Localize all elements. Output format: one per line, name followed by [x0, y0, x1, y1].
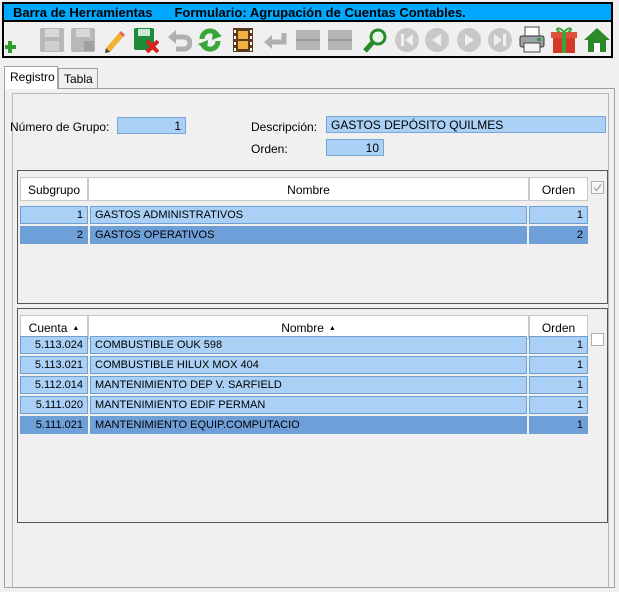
tab-registro[interactable]: Registro: [4, 66, 58, 89]
save-button[interactable]: [37, 25, 66, 54]
previous-record-button[interactable]: [422, 25, 451, 54]
cuentas-select-all-checkbox[interactable]: [591, 333, 604, 346]
orden-label: Orden:: [251, 142, 288, 156]
check-icon: [593, 184, 602, 192]
save-as-icon: [70, 27, 95, 52]
previous-record-icon: [424, 27, 449, 52]
save-as-button[interactable]: [68, 25, 97, 54]
blank-icon: [295, 29, 320, 50]
edit-pencil-icon: [104, 30, 125, 53]
blank-button-1[interactable]: [293, 25, 322, 54]
cell-cuenta[interactable]: 5.111.021: [20, 416, 88, 434]
descripcion-label: Descripción:: [251, 120, 318, 134]
first-record-icon: [394, 27, 419, 52]
delete-button[interactable]: [131, 25, 160, 54]
cell-orden[interactable]: 1: [529, 206, 588, 224]
tab-tabla[interactable]: Tabla: [58, 68, 98, 89]
cell-cuenta[interactable]: 5.113.024: [20, 336, 88, 354]
home-icon: [583, 27, 610, 52]
cell-nombre[interactable]: COMBUSTIBLE HILUX MOX 404: [90, 356, 527, 374]
header-cuenta-label: Cuenta: [28, 321, 68, 335]
registro-panel: Número de Grupo: 1 Descripción: GASTOS D…: [4, 88, 615, 588]
cell-orden[interactable]: 1: [529, 336, 588, 354]
numero-grupo-label: Número de Grupo:: [10, 120, 110, 134]
header-subgrupo[interactable]: Subgrupo: [20, 177, 88, 201]
save-icon: [39, 27, 64, 52]
cell-cuenta[interactable]: 5.112.014: [20, 376, 88, 394]
header-nombre[interactable]: Nombre: [88, 177, 529, 201]
cell-orden[interactable]: 1: [529, 416, 588, 434]
cuentas-grid: Cuenta ▲ Nombre ▲ Orden 5.113.024 COMBUSTI…: [17, 308, 608, 523]
last-record-icon: [487, 27, 512, 52]
search-icon: [362, 28, 386, 53]
cell-nombre[interactable]: GASTOS OPERATIVOS: [90, 226, 527, 244]
last-record-button[interactable]: [485, 25, 514, 54]
cell-orden[interactable]: 1: [529, 356, 588, 374]
cell-cuenta[interactable]: 5.111.020: [20, 396, 88, 414]
first-record-button[interactable]: [392, 25, 421, 54]
undo-icon: [167, 29, 192, 51]
descripcion-field[interactable]: GASTOS DEPÓSITO QUILMES: [326, 116, 606, 133]
add-button[interactable]: [4, 25, 33, 54]
refresh-icon: [197, 27, 222, 52]
delete-save-icon: [133, 27, 159, 53]
gift-icon: [550, 26, 577, 53]
refresh-button[interactable]: [195, 25, 224, 54]
header-orden[interactable]: Orden: [529, 177, 588, 201]
cell-cuenta[interactable]: 5.113.021: [20, 356, 88, 374]
cell-orden[interactable]: 1: [529, 396, 588, 414]
gift-button[interactable]: [549, 25, 578, 54]
printer-icon: [519, 26, 544, 52]
cell-subgrupo[interactable]: 1: [20, 206, 88, 224]
sort-ascending-icon: ▲: [328, 325, 336, 332]
form-title: Formulario: Agrupación de Cuentas Contab…: [174, 5, 466, 20]
next-record-icon: [456, 27, 481, 52]
cell-nombre[interactable]: MANTENIMIENTO DEP V. SARFIELD: [90, 376, 527, 394]
cell-nombre[interactable]: MANTENIMIENTO EQUIP.COMPUTACIO: [90, 416, 527, 434]
subgrupos-grid: Subgrupo Nombre Orden 1 GASTOS ADMINISTR…: [17, 170, 608, 304]
add-icon: [4, 40, 16, 53]
cell-orden[interactable]: 1: [529, 376, 588, 394]
blank-button-2[interactable]: [325, 25, 354, 54]
cell-subgrupo[interactable]: 2: [20, 226, 88, 244]
film-icon: [232, 27, 253, 52]
sort-ascending-icon: ▲: [72, 325, 80, 332]
undo-button[interactable]: [164, 25, 193, 54]
return-arrow-icon: [263, 32, 286, 49]
print-button[interactable]: [517, 25, 546, 54]
orden-field[interactable]: 10: [326, 139, 384, 156]
cell-orden[interactable]: 2: [529, 226, 588, 244]
edit-button[interactable]: [99, 25, 128, 54]
cell-nombre[interactable]: COMBUSTIBLE OUK 598: [90, 336, 527, 354]
cell-nombre[interactable]: GASTOS ADMINISTRATIVOS: [90, 206, 527, 224]
title-bar: Barra de Herramientas Formulario: Agrupac…: [2, 2, 613, 22]
toolbar: [2, 22, 613, 58]
search-button[interactable]: [361, 25, 390, 54]
toolbar-title: Barra de Herramientas: [13, 5, 153, 20]
subgrupos-select-all-checkbox[interactable]: [591, 181, 604, 194]
header-nombre-label: Nombre: [281, 321, 324, 335]
media-button[interactable]: [228, 25, 257, 54]
next-record-button[interactable]: [454, 25, 483, 54]
return-button[interactable]: [260, 25, 289, 54]
numero-grupo-field[interactable]: 1: [117, 117, 186, 134]
blank-icon: [327, 29, 352, 50]
home-button[interactable]: [582, 25, 611, 54]
cell-nombre[interactable]: MANTENIMIENTO EDIF PERMAN: [90, 396, 527, 414]
